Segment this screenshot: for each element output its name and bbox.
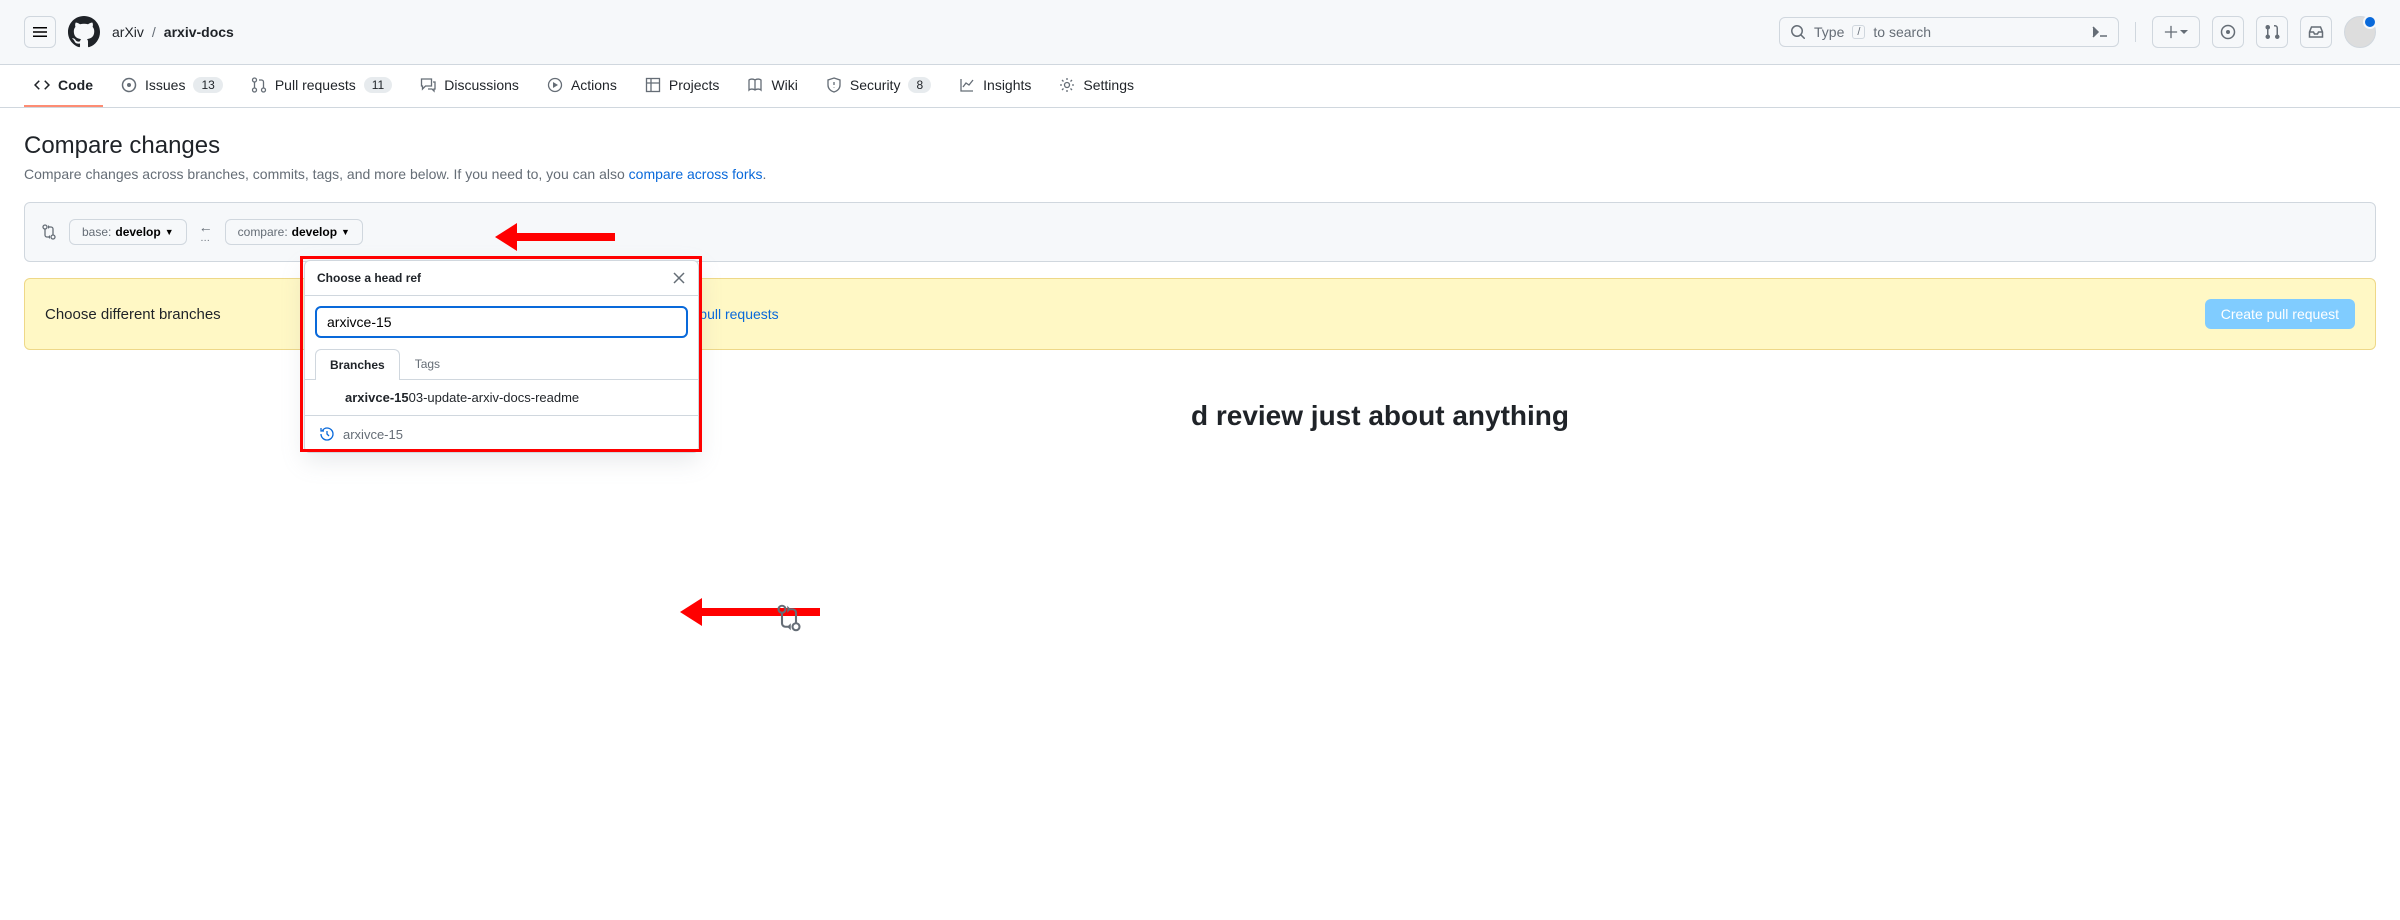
- search-input[interactable]: Type / to search: [1779, 17, 2119, 47]
- repo-link[interactable]: arxiv-docs: [164, 24, 234, 40]
- git-compare-icon: [41, 224, 57, 240]
- book-icon: [747, 77, 763, 93]
- global-header: arXiv / arxiv-docs Type / to search: [0, 0, 2400, 65]
- compare-branch-selector[interactable]: compare: develop ▼: [225, 219, 363, 245]
- page-title: Compare changes: [24, 132, 2376, 160]
- hamburger-menu-button[interactable]: [24, 16, 56, 48]
- plus-icon: [2164, 25, 2178, 39]
- command-palette-icon[interactable]: [2092, 24, 2108, 40]
- ref-selector-popup: Choose a head ref Branches Tags arxivce-…: [304, 260, 699, 453]
- branch-result-item[interactable]: arxivce-1503-update-arxiv-docs-readme: [305, 380, 698, 415]
- inbox-icon: [2308, 24, 2324, 40]
- search-placeholder-post: to search: [1873, 24, 1931, 40]
- create-pull-request-button[interactable]: Create pull request: [2205, 299, 2355, 329]
- nav-wiki[interactable]: Wiki: [737, 65, 807, 107]
- close-button[interactable]: [672, 271, 686, 285]
- divider: [2135, 22, 2136, 42]
- create-new-button[interactable]: [2152, 16, 2200, 48]
- graph-icon: [959, 77, 975, 93]
- branches-tab[interactable]: Branches: [315, 349, 400, 380]
- github-logo-icon[interactable]: [68, 16, 100, 48]
- issue-icon: [2220, 24, 2236, 40]
- recent-search-item[interactable]: arxivce-15: [305, 415, 698, 452]
- git-pull-request-icon: [2264, 24, 2280, 40]
- code-icon: [34, 77, 50, 93]
- arrow-left-icon: ←…: [199, 220, 213, 244]
- issues-count: 13: [193, 77, 222, 93]
- user-avatar[interactable]: [2344, 16, 2376, 48]
- breadcrumb: arXiv / arxiv-docs: [112, 24, 234, 40]
- search-placeholder-pre: Type: [1814, 24, 1844, 40]
- shield-icon: [826, 77, 842, 93]
- close-icon: [672, 271, 686, 285]
- chevron-down-icon: ▼: [165, 227, 174, 237]
- nav-code[interactable]: Code: [24, 65, 103, 107]
- search-slash-key: /: [1852, 25, 1865, 39]
- owner-link[interactable]: arXiv: [112, 24, 144, 40]
- issue-opened-icon: [121, 77, 137, 93]
- hamburger-icon: [32, 24, 48, 40]
- nav-issues[interactable]: Issues 13: [111, 65, 233, 107]
- nav-projects[interactable]: Projects: [635, 65, 730, 107]
- gear-icon: [1059, 77, 1075, 93]
- inbox-button[interactable]: [2300, 16, 2332, 48]
- play-icon: [547, 77, 563, 93]
- table-icon: [645, 77, 661, 93]
- search-icon: [1790, 24, 1806, 40]
- history-icon: [319, 426, 335, 442]
- nav-discussions[interactable]: Discussions: [410, 65, 529, 107]
- compare-range-bar: base: develop ▼ ←… compare: develop ▼: [24, 202, 2376, 262]
- git-compare-large-icon: [775, 604, 803, 632]
- comment-discussion-icon: [420, 77, 436, 93]
- issues-button[interactable]: [2212, 16, 2244, 48]
- pull-requests-button[interactable]: [2256, 16, 2288, 48]
- main-content: Compare changes Compare changes across b…: [0, 108, 2400, 492]
- banner-text: Choose different branches: [45, 306, 221, 323]
- git-pull-request-icon: [251, 77, 267, 93]
- breadcrumb-separator: /: [152, 24, 156, 40]
- nav-actions[interactable]: Actions: [537, 65, 627, 107]
- nav-security[interactable]: Security 8: [816, 65, 941, 107]
- base-branch-selector[interactable]: base: develop ▼: [69, 219, 187, 245]
- nav-pull-requests[interactable]: Pull requests 11: [241, 65, 402, 107]
- annotation-arrow: [495, 227, 615, 247]
- popup-title: Choose a head ref: [317, 271, 421, 285]
- chevron-down-icon: [2180, 28, 2188, 36]
- tags-tab[interactable]: Tags: [400, 348, 455, 379]
- pulls-count: 11: [364, 77, 392, 93]
- page-subtitle: Compare changes across branches, commits…: [24, 166, 2376, 182]
- chevron-down-icon: ▼: [341, 227, 350, 237]
- nav-insights[interactable]: Insights: [949, 65, 1041, 107]
- compare-across-forks-link[interactable]: compare across forks: [629, 166, 763, 182]
- nav-settings[interactable]: Settings: [1049, 65, 1144, 107]
- security-count: 8: [908, 77, 931, 93]
- repo-nav: Code Issues 13 Pull requests 11 Discussi…: [0, 65, 2400, 108]
- ref-filter-input[interactable]: [315, 306, 688, 338]
